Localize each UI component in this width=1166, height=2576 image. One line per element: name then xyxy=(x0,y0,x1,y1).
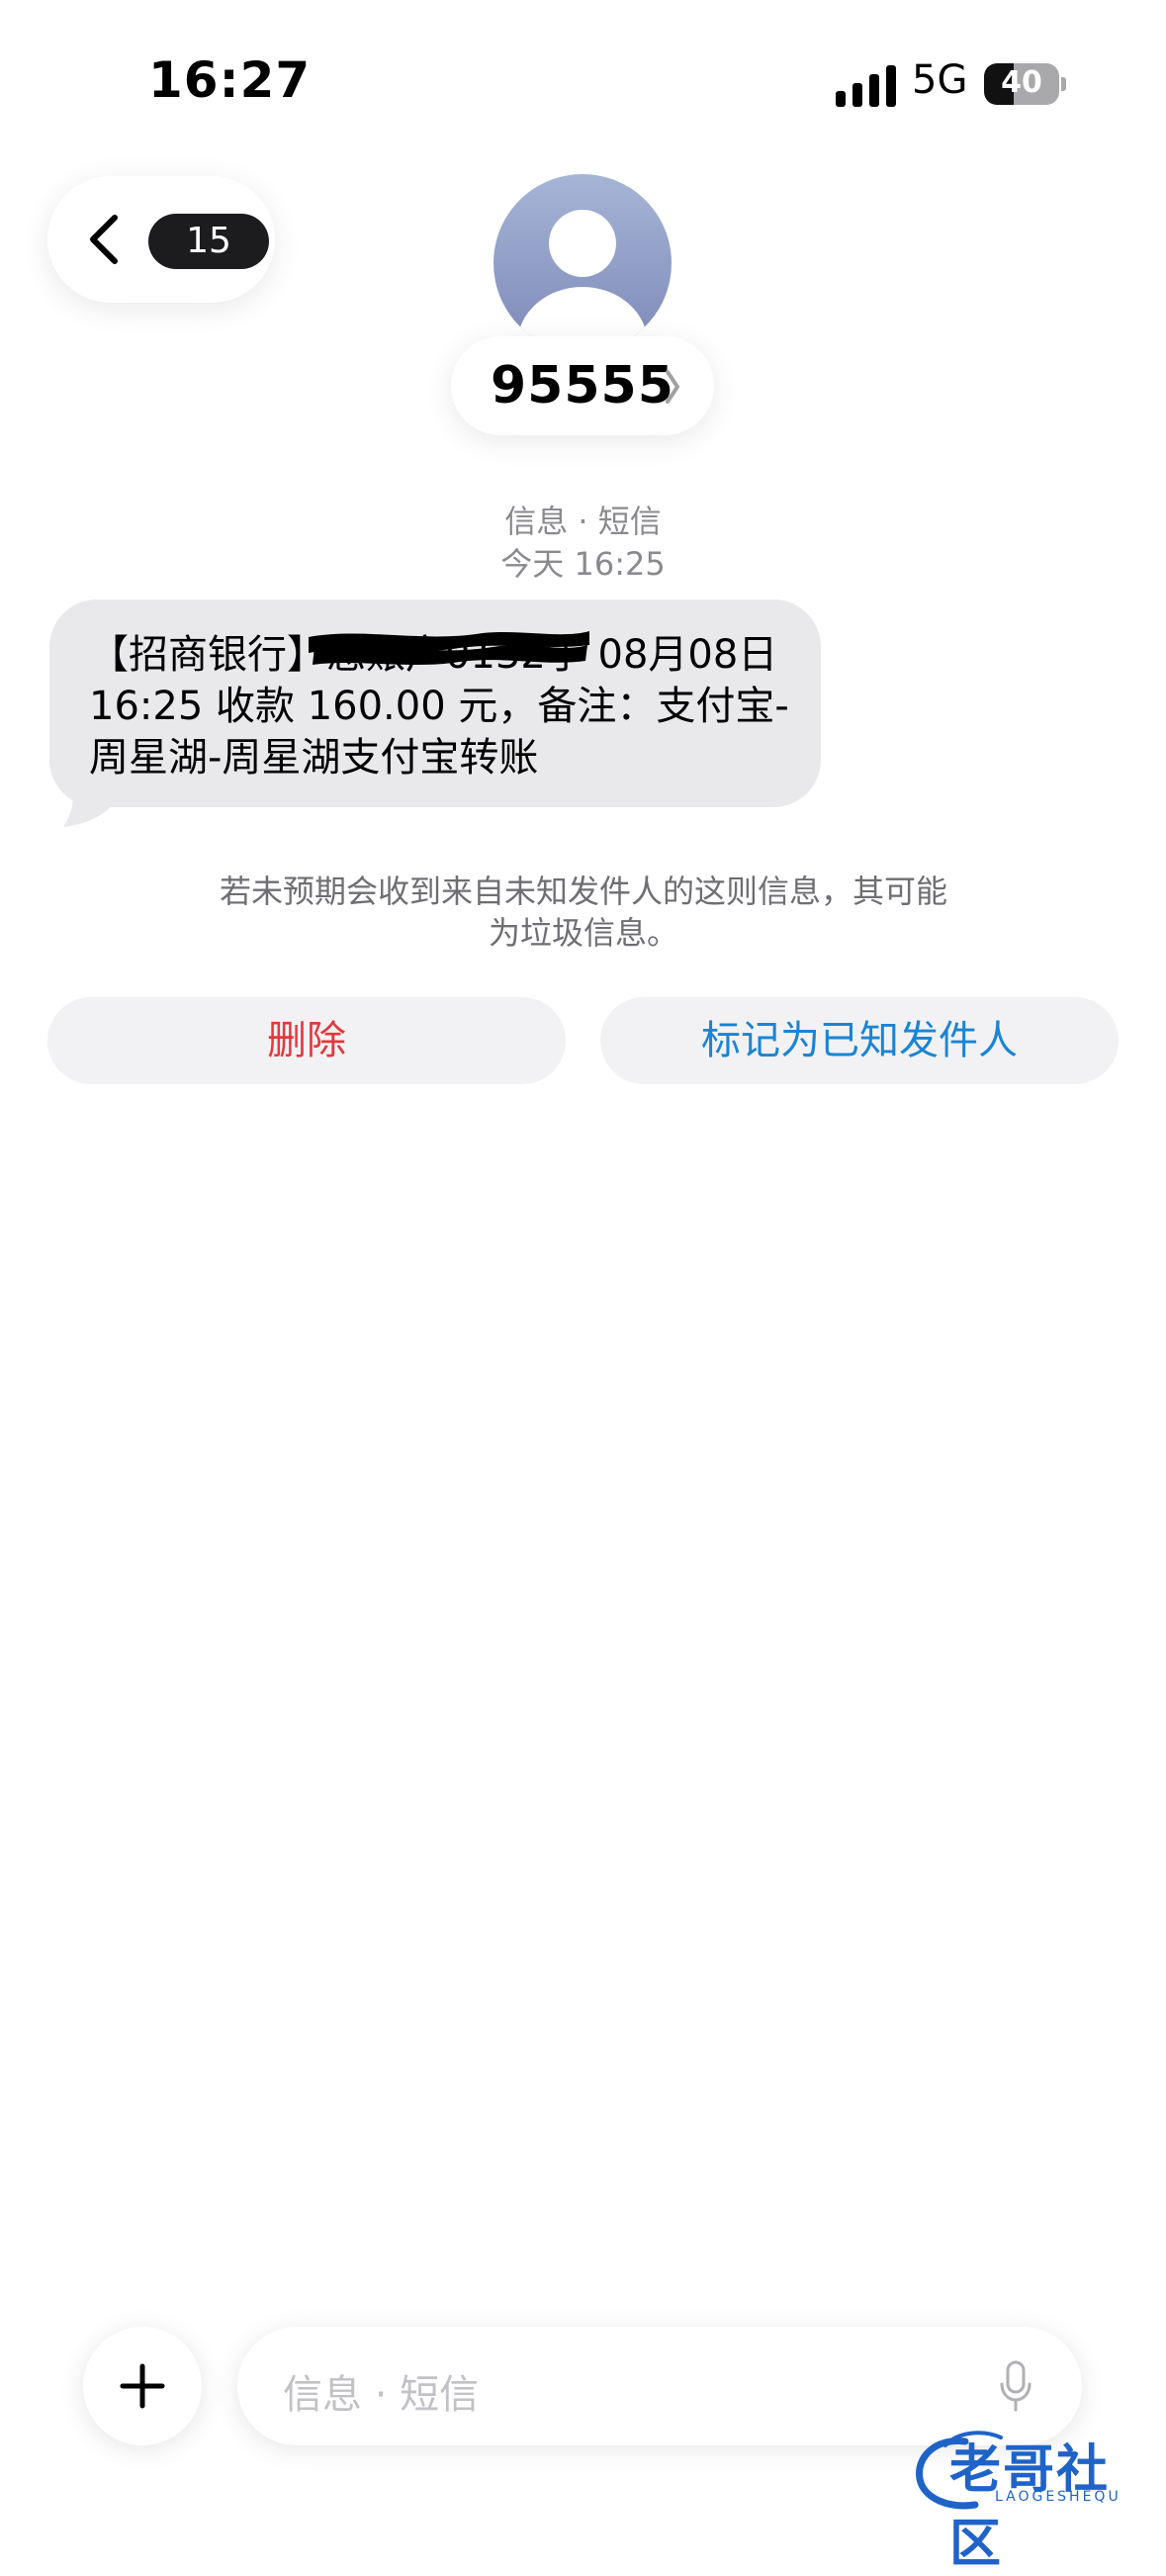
back-button[interactable]: 15 xyxy=(47,176,275,303)
spam-warning-line1: 若未预期会收到来自未知发件人的这则信息，其可能 xyxy=(219,873,947,910)
message-service-label: 信息 · 短信 xyxy=(504,503,662,540)
plus-icon xyxy=(120,2363,165,2409)
message-input-placeholder: 信息 · 短信 xyxy=(283,2372,480,2418)
delete-button[interactable]: 删除 xyxy=(47,997,566,1084)
message-line3: 周星湖-周星湖支付宝转账 xyxy=(89,735,539,781)
unread-count-badge: 15 xyxy=(148,214,269,269)
bubble-tail xyxy=(63,782,119,827)
battery-percent: 40 xyxy=(1001,65,1042,100)
person-placeholder-icon xyxy=(517,210,648,352)
mark-known-sender-button[interactable]: 标记为已知发件人 xyxy=(600,997,1119,1084)
watermark-logo: 老哥社区 LAOGESHEQU xyxy=(906,2424,1153,2574)
chevron-right-icon xyxy=(666,370,679,404)
add-attachment-button[interactable] xyxy=(83,2327,202,2445)
chevron-left-icon xyxy=(90,215,118,264)
spam-warning: 若未预期会收到来自未知发件人的这则信息，其可能 为垃圾信息。 xyxy=(188,871,979,954)
message-timestamp: 今天 16:25 xyxy=(500,545,666,583)
network-type: 5G xyxy=(912,57,968,103)
status-time: 16:27 xyxy=(148,51,312,109)
contact-avatar[interactable] xyxy=(493,174,672,352)
spam-warning-line2: 为垃圾信息。 xyxy=(488,914,678,952)
watermark-subtext: LAOGESHEQU xyxy=(995,2489,1121,2505)
contact-name-button[interactable]: 95555 xyxy=(451,336,714,435)
battery-icon: 40 xyxy=(984,63,1066,105)
message-prefix: 【招商银行】 xyxy=(89,632,326,678)
contact-name: 95555 xyxy=(491,356,674,415)
message-line2: 16:25 收款 160.00 元，备注：支付宝- xyxy=(89,684,789,729)
microphone-icon[interactable] xyxy=(999,2360,1032,2412)
redaction-scribble xyxy=(309,631,589,665)
cellular-signal-icon xyxy=(836,65,896,107)
message-line1-tail: 08月08日 xyxy=(597,632,778,678)
